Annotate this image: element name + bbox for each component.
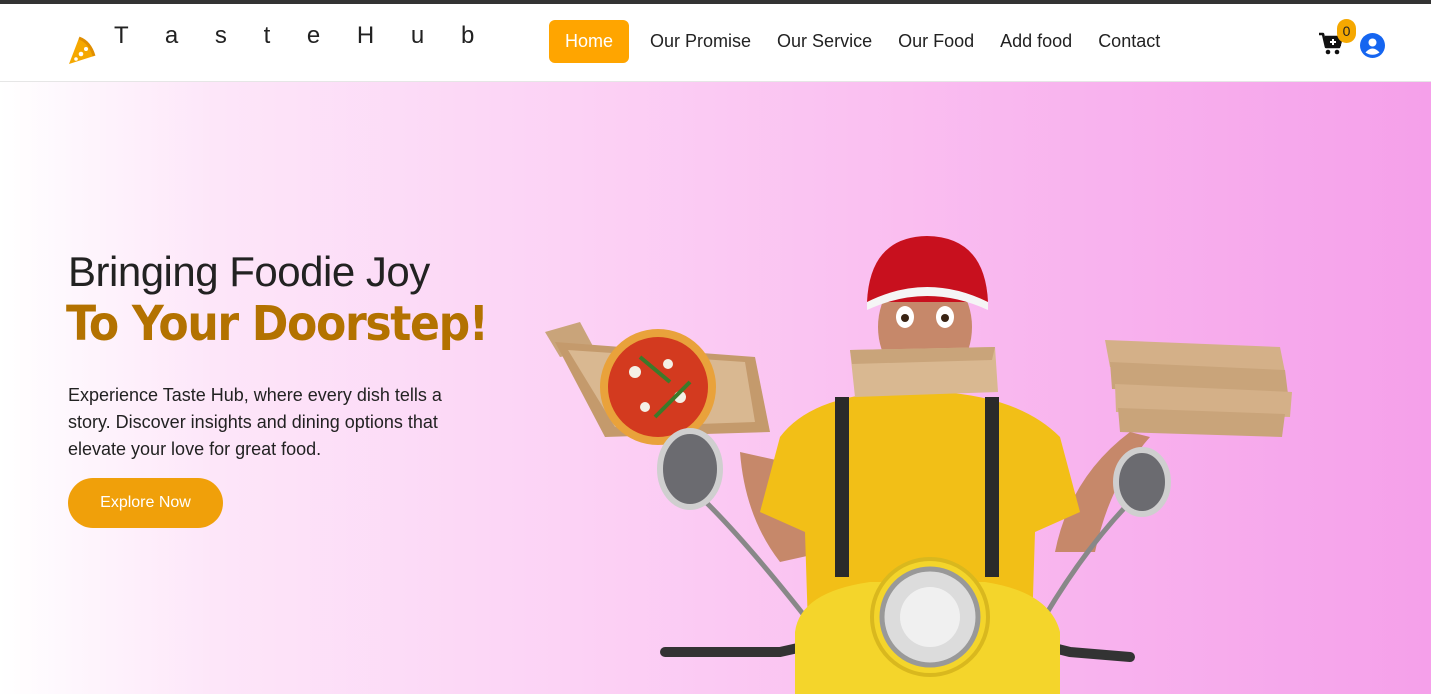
pizza-box-left: [545, 322, 770, 445]
delivery-man-scooter-image: [545, 236, 1292, 694]
hero-subtitle: To Your Doorstep!: [66, 296, 489, 352]
brand-name: T a s t e H u b: [114, 22, 490, 49]
nav-home[interactable]: Home: [549, 20, 630, 63]
brand[interactable]: T a s t e H u b: [66, 22, 489, 66]
user-circle-icon[interactable]: [1360, 33, 1385, 58]
nav-our-promise[interactable]: Our Promise: [637, 20, 764, 63]
explore-now-button[interactable]: Explore Now: [68, 478, 223, 528]
hero-section: Bringing Foodie Joy To Your Doorstep! Ex…: [0, 82, 1431, 694]
main-nav: Home Our Promise Our Service Our Food Ad…: [549, 20, 1173, 63]
hero-title: Bringing Foodie Joy: [68, 248, 430, 295]
pizza-box-stack-right: [1105, 340, 1292, 437]
pizza-slice-icon: [69, 36, 96, 64]
nav-our-service[interactable]: Our Service: [764, 20, 885, 63]
navbar: T a s t e H u b Home Our Promise Our Ser…: [0, 4, 1431, 82]
nav-add-food[interactable]: Add food: [987, 20, 1085, 63]
hero-description: Experience Taste Hub, where every dish t…: [68, 385, 442, 459]
nav-contact[interactable]: Contact: [1085, 20, 1173, 63]
cart-count-badge: 0: [1337, 19, 1356, 43]
nav-our-food[interactable]: Our Food: [885, 20, 987, 63]
